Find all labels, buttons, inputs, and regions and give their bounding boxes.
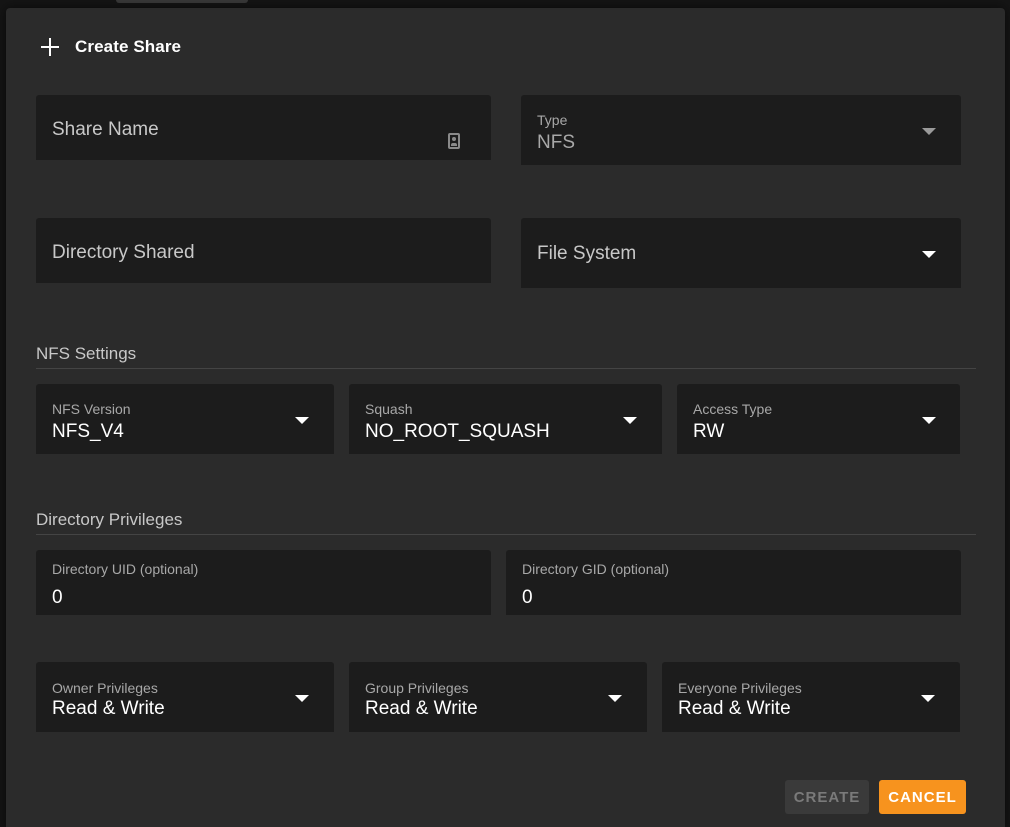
chevron-down-icon bbox=[922, 417, 936, 424]
create-share-dialog: Create Share Share Name Type NFS Directo… bbox=[6, 8, 1005, 827]
directory-gid-value: 0 bbox=[522, 587, 533, 608]
squash-select[interactable]: Squash NO_ROOT_SQUASH bbox=[349, 384, 662, 454]
directory-privileges-divider bbox=[36, 534, 976, 535]
nfs-settings-heading: NFS Settings bbox=[36, 344, 137, 363]
cancel-button[interactable]: CANCEL bbox=[879, 780, 966, 814]
file-system-select[interactable]: File System bbox=[521, 218, 961, 288]
plus-icon bbox=[39, 36, 61, 58]
create-button[interactable]: CREATE bbox=[785, 780, 869, 814]
squash-value: NO_ROOT_SQUASH bbox=[365, 421, 550, 442]
directory-shared-input[interactable]: Directory Shared bbox=[36, 218, 491, 283]
type-label: Type bbox=[537, 112, 568, 128]
chevron-down-icon bbox=[295, 417, 309, 424]
everyone-privileges-label: Everyone Privileges bbox=[678, 680, 802, 696]
nfs-settings-divider bbox=[36, 368, 976, 369]
directory-uid-input[interactable]: Directory UID (optional) 0 bbox=[36, 550, 491, 615]
everyone-privileges-select[interactable]: Everyone Privileges Read & Write bbox=[662, 662, 960, 732]
owner-privileges-value: Read & Write bbox=[52, 698, 165, 719]
access-type-label: Access Type bbox=[693, 401, 773, 417]
directory-privileges-heading: Directory Privileges bbox=[36, 510, 183, 529]
directory-gid-label: Directory GID (optional) bbox=[522, 561, 670, 577]
squash-label: Squash bbox=[365, 401, 413, 417]
chevron-down-icon bbox=[623, 417, 637, 424]
background-tab bbox=[116, 0, 248, 3]
access-type-select[interactable]: Access Type RW bbox=[677, 384, 960, 454]
directory-uid-value: 0 bbox=[52, 587, 63, 608]
chevron-down-icon bbox=[922, 251, 936, 258]
chevron-down-icon bbox=[608, 695, 622, 702]
share-name-input[interactable]: Share Name bbox=[36, 95, 491, 160]
dialog-title: Create Share bbox=[39, 36, 181, 58]
type-select[interactable]: Type NFS bbox=[521, 95, 961, 165]
chevron-down-icon bbox=[921, 695, 935, 702]
group-privileges-label: Group Privileges bbox=[365, 680, 469, 696]
nfs-version-select[interactable]: NFS Version NFS_V4 bbox=[36, 384, 334, 454]
everyone-privileges-value: Read & Write bbox=[678, 698, 791, 719]
contact-card-icon bbox=[448, 133, 460, 149]
nfs-version-label: NFS Version bbox=[52, 401, 131, 417]
chevron-down-icon bbox=[922, 128, 936, 135]
directory-uid-label: Directory UID (optional) bbox=[52, 561, 199, 577]
group-privileges-select[interactable]: Group Privileges Read & Write bbox=[349, 662, 647, 732]
directory-gid-input[interactable]: Directory GID (optional) 0 bbox=[506, 550, 961, 615]
owner-privileges-label: Owner Privileges bbox=[52, 680, 158, 696]
file-system-label: File System bbox=[537, 243, 637, 264]
directory-shared-label: Directory Shared bbox=[52, 242, 195, 263]
share-name-label: Share Name bbox=[52, 119, 159, 140]
group-privileges-value: Read & Write bbox=[365, 698, 478, 719]
type-value: NFS bbox=[537, 132, 575, 153]
chevron-down-icon bbox=[295, 695, 309, 702]
owner-privileges-select[interactable]: Owner Privileges Read & Write bbox=[36, 662, 334, 732]
access-type-value: RW bbox=[693, 421, 725, 442]
dialog-title-text: Create Share bbox=[75, 37, 182, 56]
nfs-version-value: NFS_V4 bbox=[52, 421, 124, 442]
